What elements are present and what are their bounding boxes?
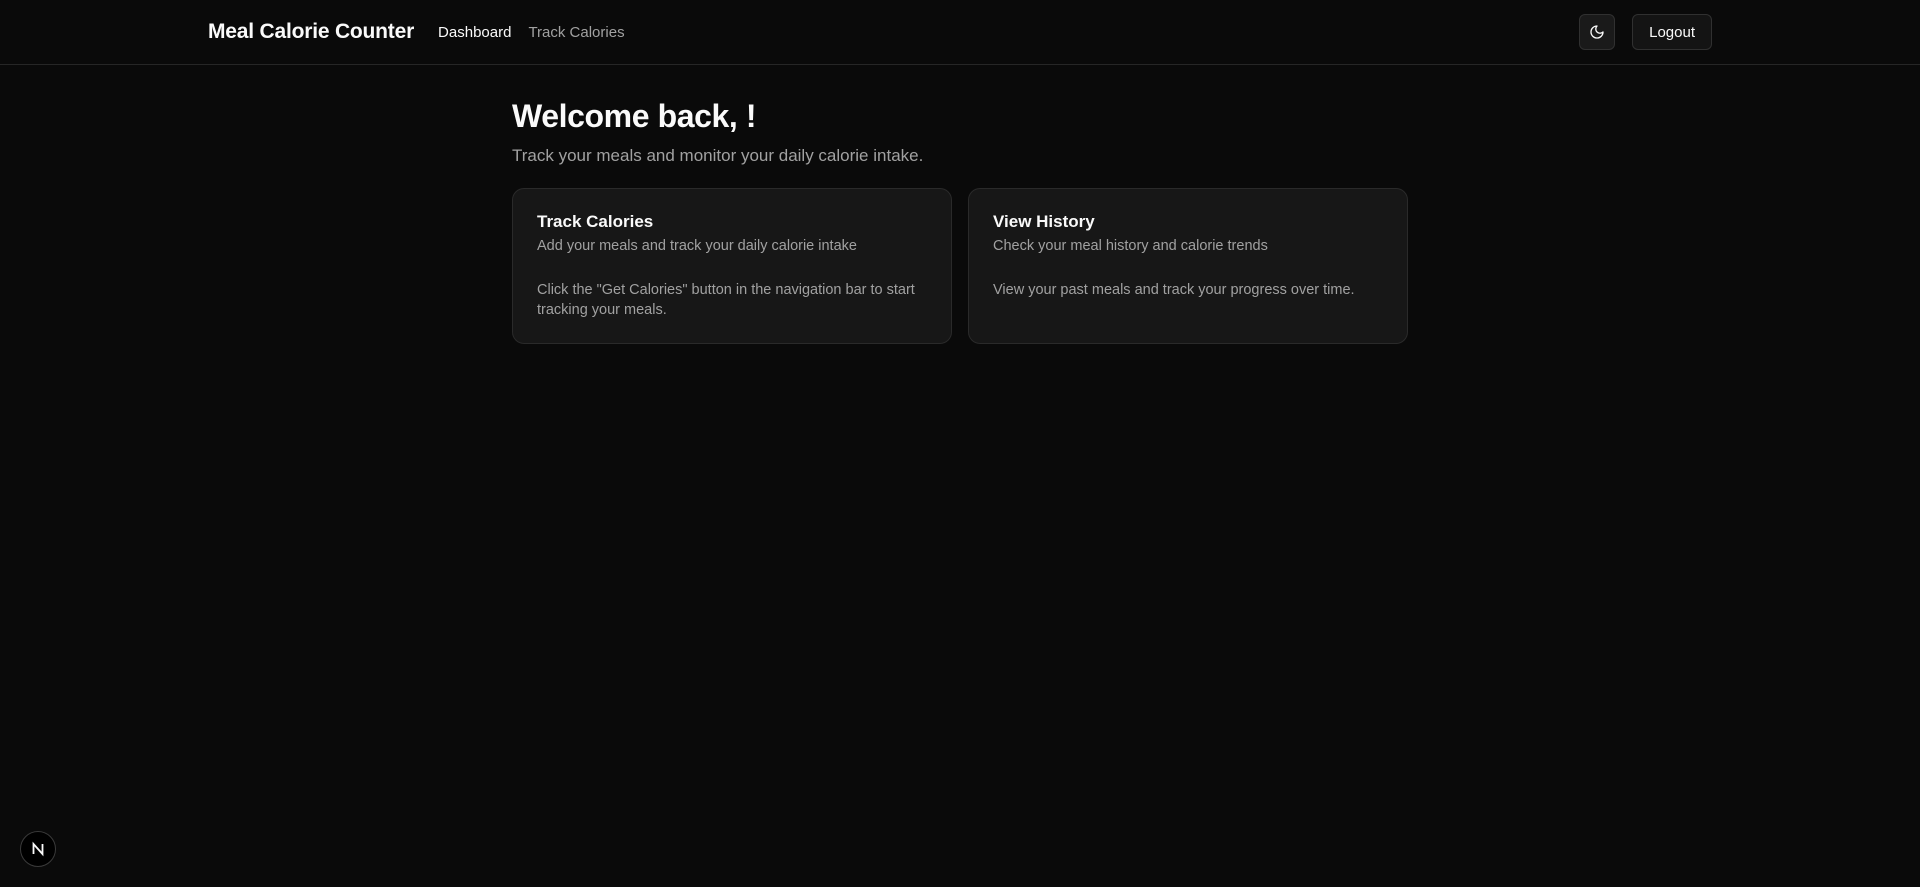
card-title: Track Calories	[537, 212, 654, 231]
nav-link-dashboard[interactable]: Dashboard	[438, 24, 511, 41]
nextjs-logo-icon	[30, 841, 46, 857]
nav-link-track-calories[interactable]: Track Calories	[528, 24, 624, 41]
nextjs-dev-badge[interactable]	[20, 831, 56, 867]
card-grid: Track Calories Add your meals and track …	[512, 188, 1408, 344]
theme-toggle-button[interactable]	[1579, 14, 1616, 50]
card-description: Check your meal history and calorie tren…	[993, 238, 1268, 254]
card-description: Add your meals and track your daily calo…	[537, 238, 857, 254]
logout-button[interactable]: Logout	[1632, 14, 1712, 50]
card-track-calories: Track Calories Add your meals and track …	[512, 188, 952, 344]
card-body-text: Click the "Get Calories" button in the n…	[537, 282, 915, 318]
card-body-text: View your past meals and track your prog…	[993, 282, 1355, 298]
moon-icon	[1589, 24, 1605, 40]
navbar-inner: Meal Calorie Counter Dashboard Track Cal…	[208, 0, 1712, 64]
page-title: Welcome back, !	[512, 98, 757, 134]
card-view-history: View History Check your meal history and…	[968, 188, 1408, 344]
page-subtitle: Track your meals and monitor your daily …	[512, 146, 924, 165]
app-brand[interactable]: Meal Calorie Counter	[208, 20, 414, 44]
top-navbar: Meal Calorie Counter Dashboard Track Cal…	[0, 0, 1920, 65]
dashboard-main: Welcome back, ! Track your meals and mon…	[512, 96, 1408, 344]
card-title: View History	[993, 212, 1095, 231]
